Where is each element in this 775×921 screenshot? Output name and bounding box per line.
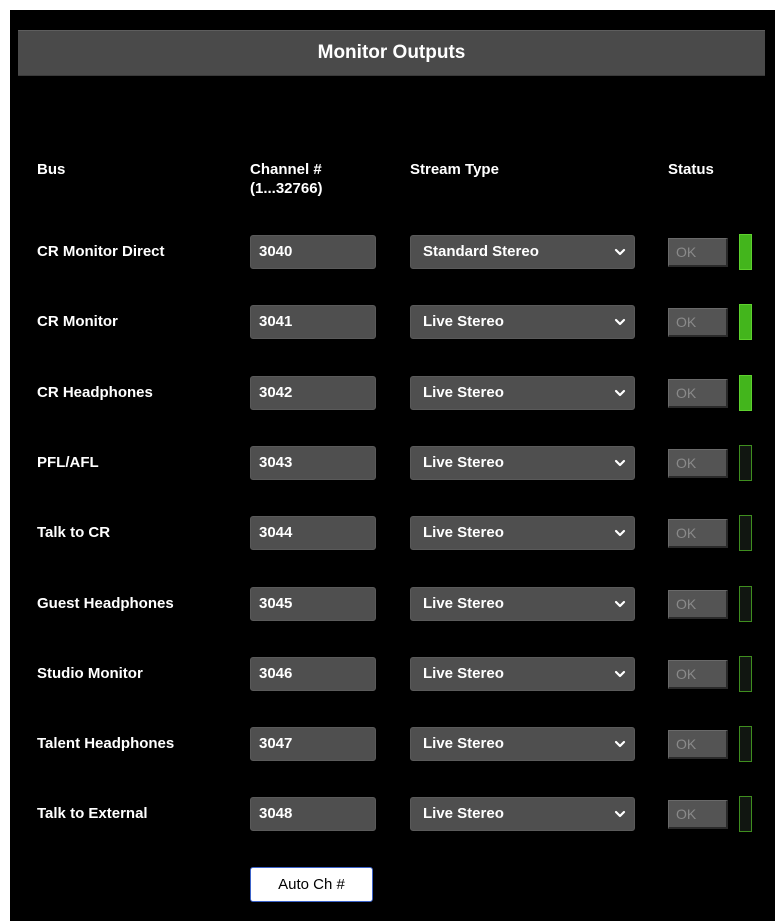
bus-row: CR Headphones 3042 Live Stereo OK xyxy=(10,375,775,411)
channel-header-line2: (1...32766) xyxy=(250,180,323,197)
status-led-indicator xyxy=(739,445,752,481)
stream-type-value: Standard Stereo xyxy=(423,243,539,260)
bus-name: CR Headphones xyxy=(37,384,153,401)
status-ok-button[interactable]: OK xyxy=(668,308,728,337)
bus-row: Talk to External 3048 Live Stereo OK xyxy=(10,796,775,832)
stream-type-select[interactable]: Standard Stereo xyxy=(410,235,635,269)
panel-title: Monitor Outputs xyxy=(18,30,765,76)
stream-type-value: Live Stereo xyxy=(423,524,504,541)
status-ok-button[interactable]: OK xyxy=(668,519,728,548)
stream-type-value: Live Stereo xyxy=(423,665,504,682)
stream-type-value: Live Stereo xyxy=(423,384,504,401)
status-led-indicator xyxy=(739,234,752,270)
stream-type-select[interactable]: Live Stereo xyxy=(410,305,635,339)
bus-name: Talk to CR xyxy=(37,524,111,541)
stream-type-select[interactable]: Live Stereo xyxy=(410,446,635,480)
stream-type-value: Live Stereo xyxy=(423,454,504,471)
channel-number-input[interactable]: 3048 xyxy=(250,797,376,831)
status-led-indicator xyxy=(739,515,752,551)
stream-type-select[interactable]: Live Stereo xyxy=(410,797,635,831)
stream-type-value: Live Stereo xyxy=(423,595,504,612)
channel-number-input[interactable]: 3047 xyxy=(250,727,376,761)
bus-row: PFL/AFL 3043 Live Stereo OK xyxy=(10,445,775,481)
bus-name: Talent Headphones xyxy=(37,735,175,752)
status-led-indicator xyxy=(739,726,752,762)
bus-row: Talent Headphones 3047 Live Stereo OK xyxy=(10,726,775,762)
bus-name: Studio Monitor xyxy=(37,665,143,682)
stream-type-select[interactable]: Live Stereo xyxy=(410,376,635,410)
chevron-down-icon xyxy=(614,389,626,397)
auto-channel-button[interactable]: Auto Ch # xyxy=(250,867,373,902)
channel-number-input[interactable]: 3042 xyxy=(250,376,376,410)
bus-row: Studio Monitor 3046 Live Stereo OK xyxy=(10,656,775,692)
chevron-down-icon xyxy=(614,810,626,818)
status-ok-button[interactable]: OK xyxy=(668,238,728,267)
stream-type-select[interactable]: Live Stereo xyxy=(410,727,635,761)
status-ok-button[interactable]: OK xyxy=(668,660,728,689)
bus-name: PFL/AFL xyxy=(37,454,99,471)
stream-type-select[interactable]: Live Stereo xyxy=(410,587,635,621)
chevron-down-icon xyxy=(614,248,626,256)
channel-number-input[interactable]: 3044 xyxy=(250,516,376,550)
bus-row: CR Monitor Direct 3040 Standard Stereo OK xyxy=(10,234,775,270)
status-led-indicator xyxy=(739,656,752,692)
bus-row: Guest Headphones 3045 Live Stereo OK xyxy=(10,586,775,622)
bus-name: CR Monitor xyxy=(37,313,118,330)
monitor-outputs-panel: Monitor Outputs Bus Channel # (1...32766… xyxy=(10,10,775,921)
channel-number-input[interactable]: 3046 xyxy=(250,657,376,691)
status-ok-button[interactable]: OK xyxy=(668,590,728,619)
stream-type-column-header: Stream Type xyxy=(410,161,499,178)
status-led-indicator xyxy=(739,586,752,622)
status-column-header: Status xyxy=(668,161,714,178)
stream-type-value: Live Stereo xyxy=(423,805,504,822)
status-led-indicator xyxy=(739,304,752,340)
status-ok-button[interactable]: OK xyxy=(668,800,728,829)
status-ok-button[interactable]: OK xyxy=(668,730,728,759)
chevron-down-icon xyxy=(614,670,626,678)
status-ok-button[interactable]: OK xyxy=(668,379,728,408)
chevron-down-icon xyxy=(614,459,626,467)
bus-column-header: Bus xyxy=(37,161,66,178)
stream-type-select[interactable]: Live Stereo xyxy=(410,657,635,691)
bus-row: CR Monitor 3041 Live Stereo OK xyxy=(10,304,775,340)
chevron-down-icon xyxy=(614,600,626,608)
channel-header-line1: Channel # xyxy=(250,161,322,178)
bus-row: Talk to CR 3044 Live Stereo OK xyxy=(10,515,775,551)
channel-number-input[interactable]: 3043 xyxy=(250,446,376,480)
chevron-down-icon xyxy=(614,529,626,537)
channel-number-input[interactable]: 3041 xyxy=(250,305,376,339)
stream-type-value: Live Stereo xyxy=(423,313,504,330)
chevron-down-icon xyxy=(614,318,626,326)
status-ok-button[interactable]: OK xyxy=(668,449,728,478)
stream-type-select[interactable]: Live Stereo xyxy=(410,516,635,550)
channel-number-input[interactable]: 3045 xyxy=(250,587,376,621)
stream-type-value: Live Stereo xyxy=(423,735,504,752)
channel-number-input[interactable]: 3040 xyxy=(250,235,376,269)
status-led-indicator xyxy=(739,796,752,832)
bus-name: CR Monitor Direct xyxy=(37,243,165,260)
status-led-indicator xyxy=(739,375,752,411)
bus-name: Guest Headphones xyxy=(37,595,174,612)
channel-column-header: Channel # (1...32766) xyxy=(250,160,323,198)
chevron-down-icon xyxy=(614,740,626,748)
bus-name: Talk to External xyxy=(37,805,148,822)
